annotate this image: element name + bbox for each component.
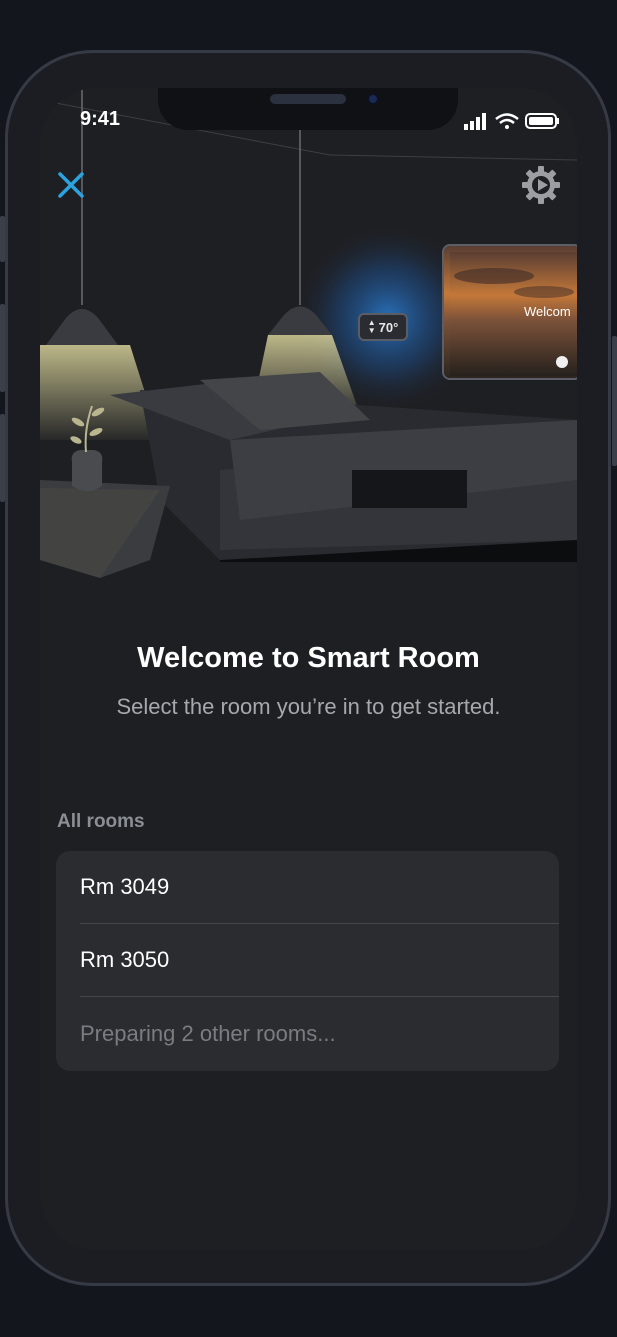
signal-icon	[464, 113, 486, 130]
room-item-3049[interactable]: Rm 3049	[80, 851, 559, 924]
camera	[367, 93, 379, 105]
gear-icon[interactable]	[520, 164, 562, 206]
speaker	[270, 94, 346, 104]
status-time: 9:41	[80, 108, 121, 130]
thermostat-value: 70°	[378, 319, 399, 335]
tv-screen: Welcom	[442, 244, 577, 380]
tv-down-icon	[556, 356, 568, 368]
temp-arrows-icon: ▲ ▼	[367, 318, 376, 335]
room-label: Rm 3050	[80, 947, 170, 972]
rooms-section-label: All rooms	[57, 811, 145, 832]
room-item-3050[interactable]: Rm 3050	[80, 924, 559, 997]
close-icon[interactable]	[54, 168, 88, 202]
tv-welcome-text: Welcom	[524, 304, 571, 319]
rooms-list: Rm 3049 Rm 3050 Preparing 2 other rooms.…	[56, 851, 559, 1071]
status-icons	[462, 110, 562, 137]
wifi-icon	[495, 113, 519, 129]
close-button[interactable]	[54, 168, 88, 202]
notch	[158, 88, 458, 130]
power-button	[612, 336, 617, 466]
page-subtitle: Select the room you’re in to get started…	[116, 694, 501, 719]
page-title: Welcome to Smart Room	[137, 642, 480, 674]
settings-button[interactable]	[520, 164, 562, 206]
battery-icon	[525, 113, 559, 129]
preparing-rooms-label: Preparing 2 other rooms...	[80, 1020, 336, 1046]
thermostat-display: ▲ ▼ 70°	[358, 313, 408, 341]
preparing-rooms-status: Preparing 2 other rooms...	[80, 997, 559, 1070]
room-label: Rm 3049	[80, 874, 170, 899]
